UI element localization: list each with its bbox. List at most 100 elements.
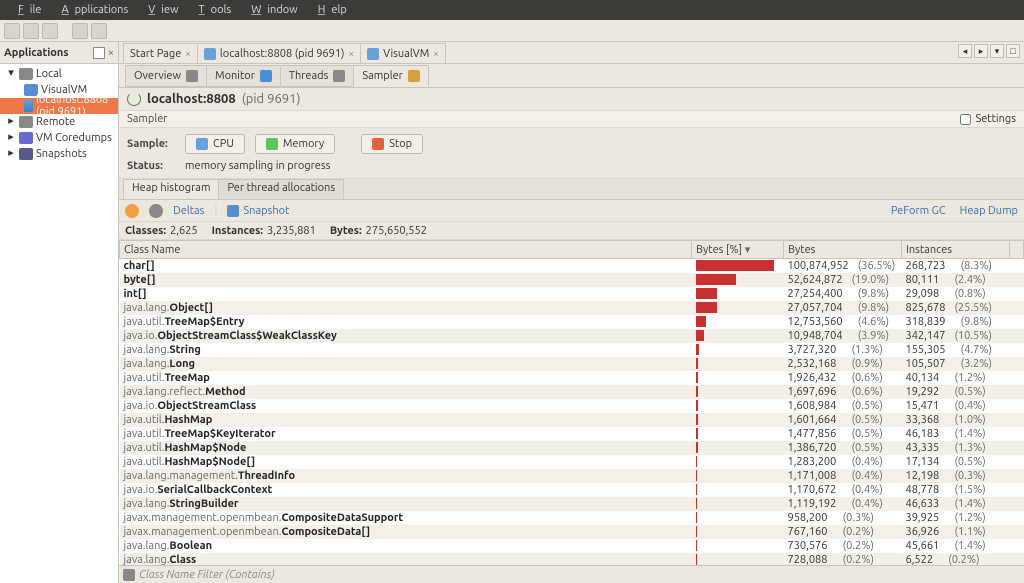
tab-next[interactable]: ▸: [974, 44, 988, 58]
table-row[interactable]: java.util.HashMap$Node[]1,283,200 (0.4%)…: [120, 455, 1024, 469]
toolbar-icon[interactable]: [72, 23, 88, 39]
tab-prev[interactable]: ◂: [958, 44, 972, 58]
deltas-link[interactable]: Deltas: [173, 205, 204, 217]
table-row[interactable]: java.lang.management.ThreadInfo1,171,008…: [120, 469, 1024, 483]
overview-icon: [186, 70, 198, 82]
target-host: localhost:8808: [147, 92, 236, 106]
sampler-icon: [408, 70, 420, 82]
local-icon: [24, 100, 33, 112]
tree-item[interactable]: ▸Snapshots: [0, 146, 118, 162]
heap-table-scroll[interactable]: Class Name Bytes [%] Bytes Instances cha…: [119, 240, 1024, 565]
table-row[interactable]: char[]100,874,952 (36.5%)268,723 (8.3%): [120, 259, 1024, 273]
applications-tree[interactable]: ▾LocalVisualVMlocalhost:8808 (pid 9691)▸…: [0, 64, 118, 583]
section-tab-overview[interactable]: Overview: [125, 65, 207, 87]
toolbar-icon[interactable]: [42, 23, 58, 39]
monitor-icon: [260, 70, 272, 82]
computer-icon: [19, 116, 33, 128]
section-tab-monitor[interactable]: Monitor: [206, 65, 281, 87]
menu-view[interactable]: View: [136, 2, 184, 18]
tab-icon: [367, 48, 379, 60]
filter-icon[interactable]: [123, 569, 135, 581]
table-row[interactable]: javax.management.openmbean.CompositeData…: [120, 525, 1024, 539]
section-tab-sampler[interactable]: Sampler: [353, 65, 428, 87]
table-row[interactable]: java.lang.StringBuilder1,119,192 (0.4%)4…: [120, 497, 1024, 511]
table-row[interactable]: java.util.TreeMap1,926,432 (0.6%)40,134 …: [120, 371, 1024, 385]
auto-refresh-icon[interactable]: [149, 204, 163, 218]
tree-item[interactable]: ▸VM Coredumps: [0, 130, 118, 146]
col-bytes-pct[interactable]: Bytes [%]: [692, 241, 784, 259]
table-row[interactable]: java.util.HashMap$Node1,386,720 (0.5%)43…: [120, 441, 1024, 455]
menubar[interactable]: FileApplicationsViewToolsWindowHelp: [0, 0, 1024, 20]
heap-tabs: Heap histogram Per thread allocations: [119, 178, 1024, 200]
table-row[interactable]: byte[]52,624,872 (19.0%)80,111 (2.4%): [120, 273, 1024, 287]
close-tab-icon[interactable]: ×: [349, 48, 355, 59]
toolbar-icon[interactable]: [91, 23, 107, 39]
sampler-subtitle: Sampler: [127, 113, 167, 125]
tab-max[interactable]: □: [1006, 44, 1020, 58]
tree-item[interactable]: localhost:8808 (pid 9691): [0, 98, 118, 114]
filter-input[interactable]: Class Name Filter (Contains): [139, 569, 275, 581]
stop-button[interactable]: Stop: [361, 134, 423, 154]
menu-help[interactable]: Help: [306, 2, 353, 18]
minimize-icon[interactable]: [93, 47, 105, 59]
table-row[interactable]: java.lang.Boolean730,576 (0.2%)45,661 (1…: [120, 539, 1024, 553]
close-tab-icon[interactable]: ×: [433, 48, 439, 59]
memory-icon: [266, 138, 278, 150]
table-row[interactable]: java.lang.Object[]27,057,704 (9.8%)825,6…: [120, 301, 1024, 315]
table-row[interactable]: java.util.HashMap1,601,664 (0.5%)33,368 …: [120, 413, 1024, 427]
menu-applications[interactable]: Applications: [49, 2, 134, 18]
status-label: Status:: [127, 160, 175, 172]
doc-tab[interactable]: VisualVM×: [360, 43, 446, 63]
tab-nav: ◂ ▸ ▾ □: [958, 44, 1020, 58]
menu-file[interactable]: File: [6, 2, 47, 18]
perform-gc-link[interactable]: PeForm GC: [891, 205, 946, 217]
panel-title: Applications: [4, 47, 69, 59]
toolbar-icon[interactable]: [23, 23, 39, 39]
target-pid: (pid 9691): [242, 92, 301, 106]
settings-toggle[interactable]: Settings: [960, 113, 1016, 125]
snapshot-link[interactable]: Snapshot: [227, 205, 289, 217]
sample-label: Sample:: [127, 138, 175, 150]
refresh-icon[interactable]: [127, 92, 141, 106]
col-instances[interactable]: Instances: [902, 241, 1010, 259]
table-row[interactable]: int[]27,254,400 (9.8%)29,098 (0.8%): [120, 287, 1024, 301]
heap-histogram-table: Class Name Bytes [%] Bytes Instances cha…: [119, 240, 1024, 565]
summary-row: Classes:2,625 Instances:3,235,881 Bytes:…: [119, 222, 1024, 240]
col-bytes[interactable]: Bytes: [784, 241, 902, 259]
close-tab-icon[interactable]: ×: [185, 48, 191, 59]
settings-checkbox[interactable]: [960, 114, 971, 125]
table-row[interactable]: javax.management.openmbean.CompositeData…: [120, 511, 1024, 525]
core-icon: [19, 132, 33, 144]
toolbar-icon[interactable]: [4, 23, 20, 39]
memory-button[interactable]: Memory: [255, 134, 335, 154]
table-row[interactable]: java.io.SerialCallbackContext1,170,672 (…: [120, 483, 1024, 497]
menu-window[interactable]: Window: [239, 2, 304, 18]
table-row[interactable]: java.util.TreeMap$Entry12,753,560 (4.6%)…: [120, 315, 1024, 329]
section-tab-threads[interactable]: Threads: [280, 65, 355, 87]
heap-dump-link[interactable]: Heap Dump: [960, 205, 1018, 217]
cpu-button[interactable]: CPU: [185, 134, 245, 154]
tab-list[interactable]: ▾: [990, 44, 1004, 58]
doc-tab[interactable]: Start Page×: [123, 43, 198, 63]
table-row[interactable]: java.lang.String3,727,320 (1.3%)155,305 …: [120, 343, 1024, 357]
section-tabs: OverviewMonitorThreadsSampler: [119, 64, 1024, 88]
table-row[interactable]: java.lang.Long2,532,168 (0.9%)105,507 (3…: [120, 357, 1024, 371]
applications-panel: Applications × ▾LocalVisualVMlocalhost:8…: [0, 42, 119, 583]
tab-heap-histogram[interactable]: Heap histogram: [123, 179, 219, 199]
doc-tab[interactable]: localhost:8808 (pid 9691)×: [197, 43, 361, 63]
table-row[interactable]: java.io.ObjectStreamClass$WeakClassKey10…: [120, 329, 1024, 343]
tab-per-thread[interactable]: Per thread allocations: [218, 179, 344, 199]
main-toolbar: [0, 20, 1024, 42]
snapshot-icon: [227, 205, 239, 217]
table-row[interactable]: java.lang.Class728,088 (0.2%)6,522 (0.2%…: [120, 553, 1024, 566]
refresh-icon[interactable]: [125, 204, 139, 218]
close-icon[interactable]: ×: [108, 47, 114, 59]
status-text: memory sampling in progress: [185, 160, 330, 172]
tab-icon: [204, 48, 216, 60]
tree-item[interactable]: ▾Local: [0, 66, 118, 82]
table-row[interactable]: java.util.TreeMap$KeyIterator1,477,856 (…: [120, 427, 1024, 441]
table-row[interactable]: java.lang.reflect.Method1,697,696 (0.6%)…: [120, 385, 1024, 399]
menu-tools[interactable]: Tools: [187, 2, 238, 18]
col-class-name[interactable]: Class Name: [120, 241, 692, 259]
table-row[interactable]: java.io.ObjectStreamClass1,608,984 (0.5%…: [120, 399, 1024, 413]
